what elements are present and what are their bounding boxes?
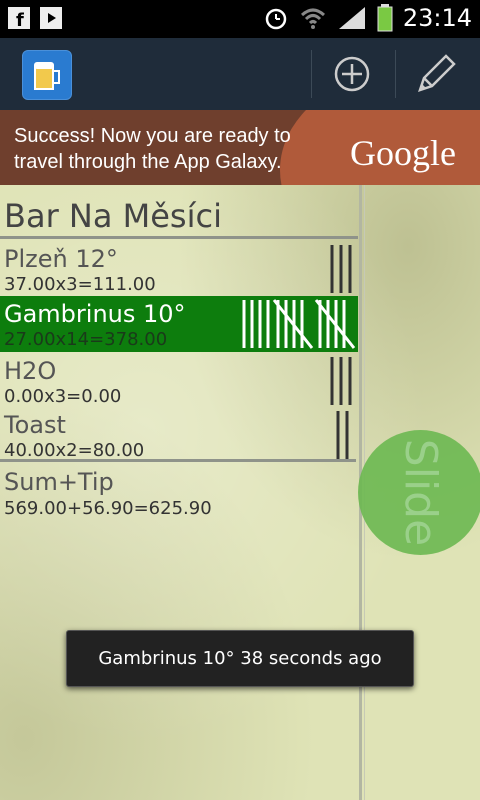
item-name: Toast	[4, 411, 66, 439]
status-bar: f 23:14	[0, 0, 480, 38]
item-name: Gambrinus 10°	[4, 300, 186, 328]
edit-pencil-icon	[418, 54, 456, 92]
facebook-icon: f	[8, 7, 30, 31]
battery-icon	[377, 4, 393, 32]
title-divider	[0, 236, 358, 239]
sum-value: 569.00+56.90=625.90	[4, 498, 212, 519]
ad-banner[interactable]: Success! Now you are ready to travel thr…	[0, 110, 480, 185]
toast-message: Gambrinus 10° 38 seconds ago	[66, 630, 414, 687]
drink-item-selected[interactable]: Gambrinus 10° 27.00x14=378.00	[0, 296, 358, 352]
tally-marks	[330, 357, 352, 405]
tab-sheet: Bar Na Měsíci Plzeň 12° 37.00x3=111.00 G…	[0, 185, 480, 800]
bar-title[interactable]: Bar Na Měsíci	[4, 197, 222, 235]
action-bar	[0, 38, 480, 110]
beer-mug-icon[interactable]	[22, 50, 72, 100]
add-button[interactable]	[312, 38, 392, 110]
youtube-icon	[40, 7, 62, 29]
item-total: 27.00x14=378.00	[4, 329, 168, 350]
add-icon	[334, 56, 370, 92]
ad-text: Success! Now you are ready to travel thr…	[14, 125, 291, 173]
item-total: 0.00x3=0.00	[4, 386, 122, 407]
item-total: 40.00x2=80.00	[4, 440, 145, 461]
sum-divider	[0, 459, 356, 462]
drink-item[interactable]: H2O 0.00x3=0.00	[0, 353, 358, 409]
sum-label: Sum+Tip	[4, 468, 114, 496]
item-name: H2O	[4, 357, 57, 385]
edit-button[interactable]	[396, 38, 476, 110]
drink-item[interactable]: Plzeň 12° 37.00x3=111.00	[0, 241, 358, 297]
slide-label: Slide	[395, 438, 446, 547]
signal-icon	[338, 7, 365, 29]
tally-marks	[330, 245, 352, 293]
item-total: 37.00x3=111.00	[4, 274, 156, 295]
svg-text:f: f	[16, 10, 24, 29]
ad-brand: Google	[350, 133, 456, 173]
item-name: Plzeň 12°	[4, 245, 118, 273]
tally-marks	[336, 411, 349, 459]
wifi-icon	[300, 8, 325, 29]
tally-marks	[242, 299, 356, 349]
drink-item[interactable]: Toast 40.00x2=80.00	[0, 407, 358, 463]
alarm-icon	[265, 8, 287, 30]
clock: 23:14	[402, 4, 472, 32]
